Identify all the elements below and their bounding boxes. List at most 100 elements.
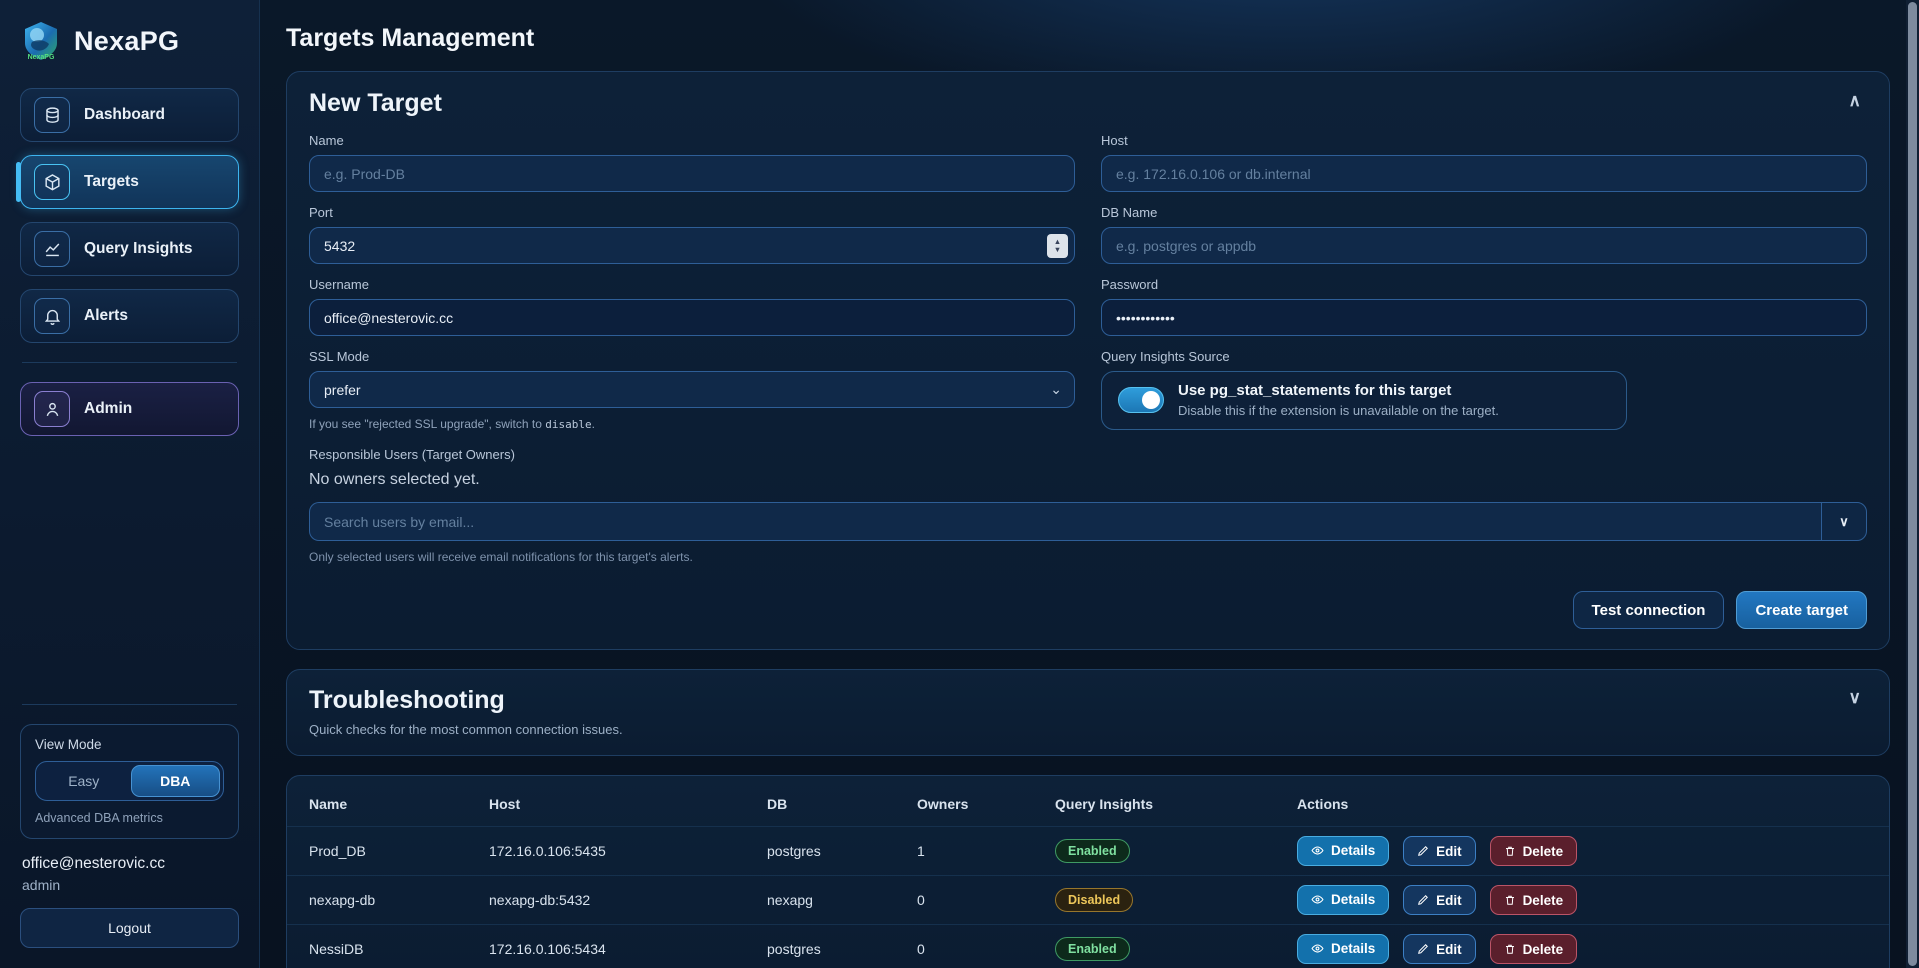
app-name: NexaPG [74,26,179,57]
row-actions: Details Edit Delete [1297,836,1867,867]
target-name: nexapg-db [309,892,489,908]
collapse-chevron-up-icon[interactable]: ∧ [1843,89,1867,113]
form-actions: Test connection Create target [309,591,1867,629]
view-mode-toggle: Easy DBA [35,761,224,801]
target-name: Prod_DB [309,843,489,859]
table-header-row: Name Host DB Owners Query Insights Actio… [287,782,1889,827]
details-button[interactable]: Details [1297,885,1389,915]
query-insights-status-badge: Disabled [1055,888,1133,912]
target-db: postgres [767,843,917,859]
target-host: 172.16.0.106:5434 [489,941,767,957]
user-email: office@nesterovic.cc [22,855,237,873]
app-logo: NexaPG NexaPG [20,20,239,62]
edit-button[interactable]: Edit [1403,934,1476,964]
toggle-subtitle: Disable this if the extension is unavail… [1178,403,1499,418]
logout-button[interactable]: Logout [20,908,239,948]
delete-button[interactable]: Delete [1490,885,1578,915]
host-input[interactable] [1101,155,1867,192]
target-owners-count: 1 [917,843,1055,859]
target-db: nexapg [767,892,917,908]
toggle-title: Use pg_stat_statements for this target [1178,382,1499,399]
db-name-label: DB Name [1101,205,1867,220]
pencil-icon [1417,894,1429,906]
edit-button[interactable]: Edit [1403,885,1476,915]
chevron-down-icon: ⌄ [1050,381,1062,398]
view-mode-easy-button[interactable]: Easy [39,765,129,797]
column-header-owners: Owners [917,796,1055,812]
name-input[interactable] [309,155,1075,192]
column-header-actions: Actions [1297,796,1867,812]
eye-icon [1311,942,1324,955]
sidebar-item-label: Dashboard [84,106,165,124]
target-owners-count: 0 [917,941,1055,957]
host-label: Host [1101,133,1867,148]
owner-search-input[interactable] [309,502,1821,541]
sidebar-item-label: Targets [84,173,139,191]
table-row: nexapg-db nexapg-db:5432 nexapg 0 Disabl… [287,876,1889,925]
details-button[interactable]: Details [1297,836,1389,866]
sidebar-divider [22,704,237,705]
column-header-host: Host [489,796,767,812]
column-header-db: DB [767,796,917,812]
view-mode-panel: View Mode Easy DBA Advanced DBA metrics [20,724,239,839]
sidebar-item-alerts[interactable]: Alerts [20,289,239,343]
ssl-mode-value: prefer [324,382,361,398]
sidebar-item-dashboard[interactable]: Dashboard [20,88,239,142]
target-db: postgres [767,941,917,957]
troubleshooting-card: Troubleshooting Quick checks for the mos… [286,669,1890,756]
pg-stat-statements-toggle[interactable] [1118,387,1164,413]
sidebar-item-label: Alerts [84,307,128,325]
sidebar: NexaPG NexaPG Dashboard Targets [0,0,260,968]
port-field-group: Port ▲▼ [309,205,1075,264]
column-header-name: Name [309,796,489,812]
ssl-mode-label: SSL Mode [309,349,1075,364]
password-input[interactable] [1101,299,1867,336]
query-insights-toggle-box: Use pg_stat_statements for this target D… [1101,371,1627,430]
page-scrollbar[interactable] [1906,0,1919,968]
owner-dropdown-button[interactable]: ∨ [1821,502,1867,541]
delete-button[interactable]: Delete [1490,836,1578,866]
sidebar-nav: Dashboard Targets Query Insights [20,88,239,343]
troubleshooting-subtitle: Quick checks for the most common connect… [309,722,623,737]
owners-empty-text: No owners selected yet. [309,471,1867,489]
db-name-input[interactable] [1101,227,1867,264]
svg-text:NexaPG: NexaPG [28,54,55,61]
delete-button[interactable]: Delete [1490,934,1578,964]
query-insights-status-badge: Enabled [1055,839,1130,863]
create-target-button[interactable]: Create target [1736,591,1867,629]
sidebar-item-admin[interactable]: Admin [20,382,239,436]
username-field-group: Username [309,277,1075,336]
chart-icon [34,231,70,267]
username-label: Username [309,277,1075,292]
db-name-field-group: DB Name [1101,205,1867,264]
sidebar-item-query-insights[interactable]: Query Insights [20,222,239,276]
port-input[interactable] [309,227,1075,264]
edit-button[interactable]: Edit [1403,836,1476,866]
new-target-form: Name Host Port ▲▼ DB Name Username [309,133,1867,431]
trash-icon [1504,943,1516,955]
targets-table-card: Name Host DB Owners Query Insights Actio… [286,775,1890,968]
nexapg-logo-icon: NexaPG [20,20,62,62]
ssl-mode-select[interactable]: prefer ⌄ [309,371,1075,408]
sidebar-item-targets[interactable]: Targets [20,155,239,209]
query-insights-status-badge: Enabled [1055,937,1130,961]
password-field-group: Password [1101,277,1867,336]
query-insights-source-group: Query Insights Source Use pg_stat_statem… [1101,349,1867,431]
main-content: Targets Management New Target ∧ Name Hos… [260,0,1919,968]
host-field-group: Host [1101,133,1867,192]
sidebar-item-label: Query Insights [84,240,193,258]
scrollbar-thumb[interactable] [1908,2,1917,966]
new-target-card: New Target ∧ Name Host Port ▲▼ DB Name [286,71,1890,650]
collapse-chevron-down-icon[interactable]: ∨ [1843,686,1867,710]
column-header-query-insights: Query Insights [1055,796,1297,812]
row-actions: Details Edit Delete [1297,934,1867,965]
table-body: Prod_DB 172.16.0.106:5435 postgres 1 Ena… [287,827,1889,968]
username-input[interactable] [309,299,1075,336]
test-connection-button[interactable]: Test connection [1573,591,1725,629]
user-role: admin [22,877,237,893]
number-spinner-icon[interactable]: ▲▼ [1047,234,1068,258]
details-button[interactable]: Details [1297,934,1389,964]
table-row: Prod_DB 172.16.0.106:5435 postgres 1 Ena… [287,827,1889,876]
view-mode-dba-button[interactable]: DBA [131,765,221,797]
sidebar-item-label: Admin [84,400,132,418]
